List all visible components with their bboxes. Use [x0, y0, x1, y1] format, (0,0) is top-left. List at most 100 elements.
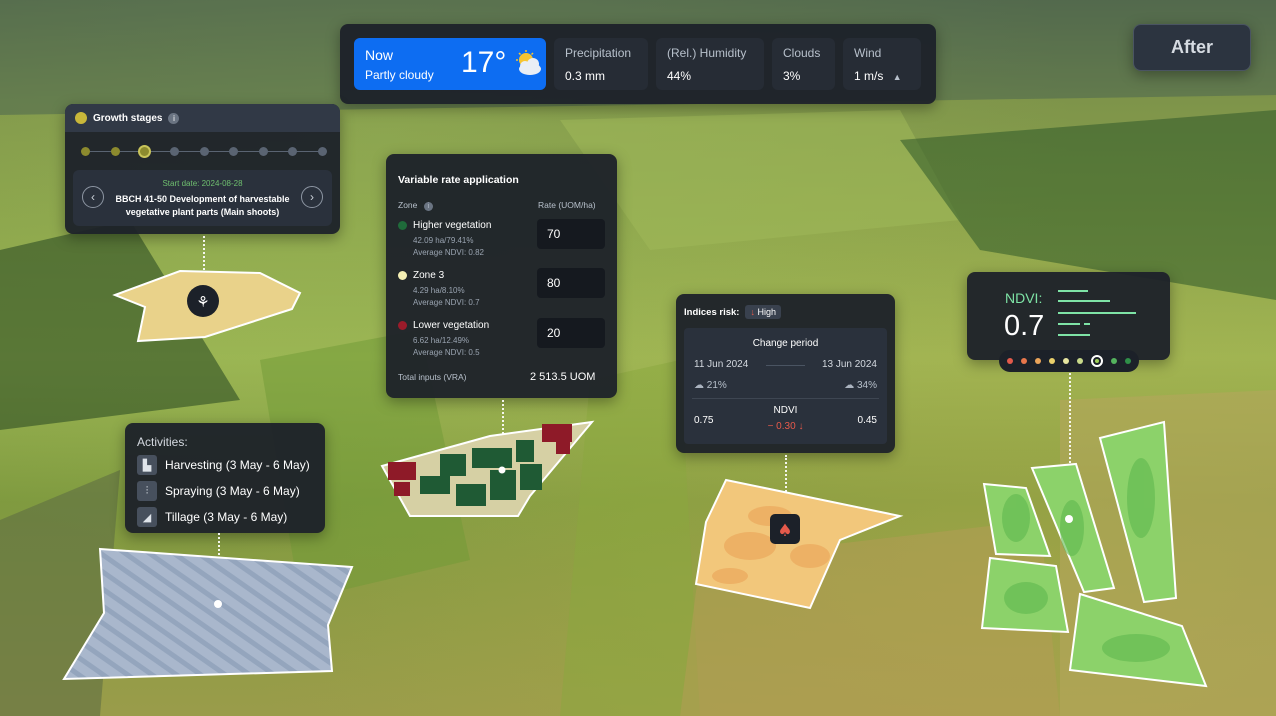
date-to: 13 Jun 2024	[821, 359, 877, 370]
field-growth-yellow[interactable]: ⚘	[110, 265, 310, 347]
activity-harvesting[interactable]: ▙ Harvesting (3 May - 6 May)	[137, 455, 313, 475]
ndvi-scale-dot[interactable]	[1077, 358, 1083, 364]
rate-header: Rate (UOM/ha)	[538, 200, 596, 210]
precipitation-cell: Precipitation 0.3 mm	[554, 38, 648, 90]
zone-area: 6.62 ha/12.49%	[413, 336, 470, 345]
ndvi-scale-dot[interactable]	[1063, 358, 1069, 364]
risk-divider	[692, 398, 879, 399]
harvester-icon: ▙	[137, 455, 157, 475]
ndvi-histogram-bar	[1058, 312, 1136, 314]
rate-input-zone3[interactable]: 80	[537, 268, 605, 298]
stage-description: BBCH 41-50 Development of harvestable ve…	[115, 194, 290, 217]
ndvi-scale-dot[interactable]	[1035, 358, 1041, 364]
ndvi-histogram-bar	[1058, 290, 1088, 292]
stage-dot[interactable]	[258, 147, 268, 156]
index-value-to: 0.45	[857, 415, 877, 426]
ndvi-scale-dot[interactable]	[1007, 358, 1013, 364]
info-icon[interactable]: i	[423, 202, 433, 211]
date-from: 11 Jun 2024	[694, 359, 749, 370]
growth-stages-card: Growth stages i ‹ Start date: 2024-08-28…	[65, 104, 340, 234]
cloud-to: 34%	[856, 380, 877, 391]
ndvi-color-scale[interactable]	[999, 350, 1139, 372]
stage-start-date: Start date: 2024-08-28	[162, 179, 243, 188]
weather-bar: Now Partly cloudy 17° Precipitation 0.3 …	[340, 24, 936, 104]
ndvi-histogram-bar	[1058, 323, 1080, 325]
weather-temperature: 17°	[461, 46, 507, 79]
after-button[interactable]: After	[1133, 24, 1251, 71]
zone-area: 4.29 ha/8.10%	[413, 286, 465, 295]
stage-dot[interactable]	[81, 147, 90, 156]
ndvi-histogram-bar	[1084, 323, 1090, 325]
partly-cloudy-icon	[516, 50, 541, 75]
zone-ndvi: Average NDVI: 0.7	[413, 298, 480, 307]
field-vra-map[interactable]	[380, 418, 600, 520]
risk-alert-icon: ♠	[777, 521, 792, 541]
arrow-down-icon: ↓	[798, 421, 804, 432]
growth-stage-detail: ‹ Start date: 2024-08-28 BBCH 41-50 Deve…	[73, 170, 332, 226]
index-delta: − 0.30	[767, 421, 796, 432]
field-risk-heatmap[interactable]: ♠	[690, 476, 908, 612]
wind-value: 1 m/s	[854, 69, 884, 83]
wind-cell: Wind 1 m/s ▲	[843, 38, 921, 90]
indices-risk-title: Indices risk:	[684, 306, 740, 318]
growth-stages-title: Growth stages	[93, 112, 163, 124]
ndvi-value: 0.7	[1004, 310, 1045, 342]
stage-dot[interactable]	[288, 147, 298, 156]
vra-card: Variable rate application Zone i Rate (U…	[386, 154, 617, 398]
ndvi-scale-dot[interactable]	[1049, 358, 1055, 364]
clouds-cell: Clouds 3%	[772, 38, 835, 90]
wind-direction-icon: ▲	[892, 72, 902, 82]
field-activities-striped[interactable]	[60, 545, 356, 683]
stage-dot[interactable]	[199, 147, 209, 156]
next-stage-button[interactable]: ›	[301, 186, 323, 208]
vra-title: Variable rate application	[398, 174, 519, 186]
stage-dot[interactable]	[318, 147, 327, 156]
clouds-value: 3%	[783, 69, 801, 83]
activities-card: Activities: ▙ Harvesting (3 May - 6 May) …	[125, 423, 325, 533]
ndvi-scale-dot[interactable]	[1021, 358, 1027, 364]
cloud-from: 21%	[706, 380, 727, 391]
humidity-label: (Rel.) Humidity	[667, 46, 747, 60]
zone-color-dot	[398, 271, 407, 280]
field-ndvi-green[interactable]	[976, 418, 1210, 690]
precipitation-label: Precipitation	[565, 46, 632, 60]
activities-title: Activities:	[137, 435, 188, 449]
prev-stage-button[interactable]: ‹	[82, 186, 104, 208]
activity-spraying[interactable]: ⫶ Spraying (3 May - 6 May)	[137, 481, 313, 501]
indices-risk-card: Indices risk: ↓ High Change period 11 Ju…	[676, 294, 895, 453]
growth-stage-icon: ⚘	[196, 293, 209, 311]
activity-label: Tillage (3 May - 6 May)	[165, 510, 288, 524]
ndvi-card: NDVI: 0.7	[967, 272, 1170, 360]
ndvi-scale-dot[interactable]	[1111, 358, 1117, 364]
weather-now-label: Now	[365, 47, 394, 63]
rate-input-higher[interactable]: 70	[537, 219, 605, 249]
sprout-icon	[75, 112, 87, 124]
zone-row-higher: Higher vegetation 42.09 ha/79.41% Average…	[398, 220, 491, 259]
sprayer-icon: ⫶	[137, 481, 157, 501]
stage-dot[interactable]	[229, 147, 239, 156]
total-inputs-value: 2 513.5 UOM	[530, 371, 596, 383]
activity-tillage[interactable]: ◢ Tillage (3 May - 6 May)	[137, 507, 313, 527]
cloud-icon: ☁	[844, 380, 855, 391]
cloud-icon: ☁	[694, 380, 704, 391]
tillage-icon: ◢	[137, 507, 157, 527]
risk-level-badge: ↓ High	[745, 305, 781, 319]
ndvi-label: NDVI:	[1005, 290, 1043, 306]
activity-label: Harvesting (3 May - 6 May)	[165, 458, 310, 472]
zone-ndvi: Average NDVI: 0.82	[413, 248, 485, 257]
zone-ndvi: Average NDVI: 0.5	[413, 348, 480, 357]
ndvi-scale-dot[interactable]	[1091, 355, 1103, 367]
stage-dot[interactable]	[110, 147, 120, 156]
stage-dot[interactable]	[138, 145, 152, 158]
stage-dot[interactable]	[169, 147, 179, 156]
clouds-label: Clouds	[783, 46, 821, 60]
rate-input-lower[interactable]: 20	[537, 318, 605, 348]
humidity-cell: (Rel.) Humidity 44%	[656, 38, 764, 90]
zone-row-zone3: Zone 3 4.29 ha/8.10% Average NDVI: 0.7	[398, 270, 480, 309]
wind-label: Wind	[854, 46, 882, 60]
zone-row-lower: Lower vegetation 6.62 ha/12.49% Average N…	[398, 320, 489, 359]
indices-risk-header: Indices risk: ↓ High	[684, 305, 781, 319]
info-icon[interactable]: i	[168, 112, 180, 124]
ndvi-histogram-bar	[1058, 300, 1110, 302]
ndvi-scale-dot[interactable]	[1125, 358, 1131, 364]
